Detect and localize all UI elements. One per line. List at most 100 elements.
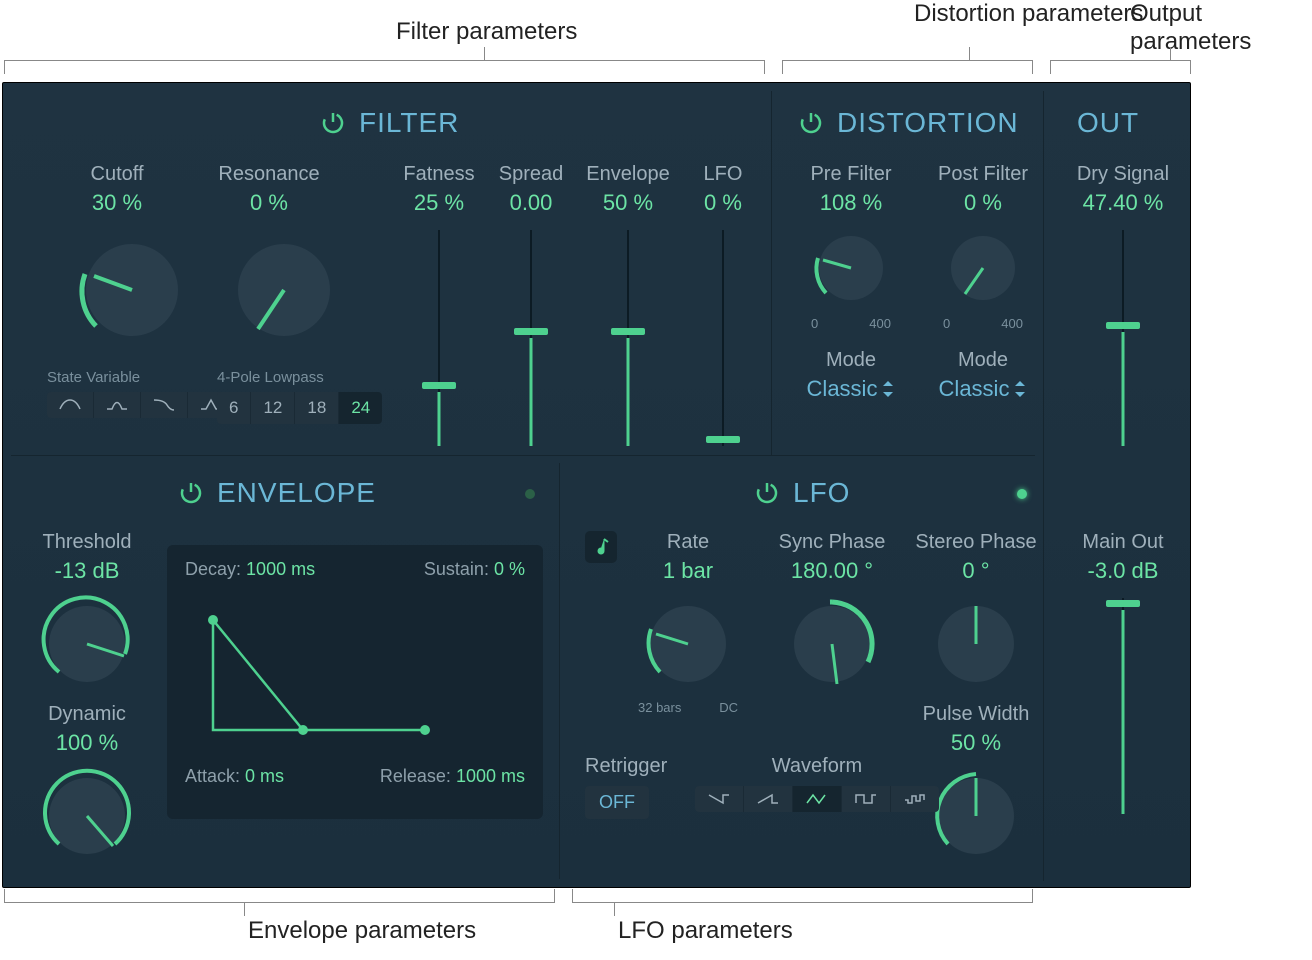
out-section-title: OUT (1077, 107, 1139, 139)
threshold-value[interactable]: -13 dB (27, 558, 147, 584)
sv-highpass-icon[interactable] (141, 392, 188, 418)
resonance-knob[interactable] (224, 230, 314, 320)
filter-section-title: FILTER (321, 107, 459, 139)
divider-env-lfo (559, 463, 560, 879)
pole-6[interactable]: 6 (217, 392, 251, 424)
lfo-amount-slider[interactable] (701, 230, 745, 446)
filter-power-icon[interactable] (321, 111, 345, 135)
callout-filter: Filter parameters (396, 18, 577, 46)
threshold-block: Threshold -13 dB (27, 531, 147, 700)
wave-triangle-icon[interactable] (793, 786, 842, 812)
pole-24[interactable]: 24 (339, 392, 382, 424)
resonance-block: Resonance 0 % (209, 163, 329, 320)
distortion-power-icon[interactable] (799, 111, 823, 135)
pre-mode-label: Mode (791, 349, 911, 372)
filter-type-block: State Variable (47, 369, 234, 418)
rate-knob[interactable] (623, 594, 753, 700)
sustain-value[interactable]: 0 % (494, 559, 525, 579)
threshold-knob[interactable] (27, 594, 147, 700)
distortion-title-text: DISTORTION (837, 107, 1019, 139)
attack-value[interactable]: 0 ms (245, 766, 284, 786)
syncphase-knob[interactable] (767, 594, 897, 700)
prefilter-min: 0 (811, 316, 818, 331)
envelope-graph-icon[interactable] (185, 580, 525, 760)
post-mode-dropdown[interactable]: Classic (923, 376, 1043, 402)
pole-18[interactable]: 18 (295, 392, 339, 424)
postfilter-min: 0 (943, 316, 950, 331)
pulsewidth-value[interactable]: 50 % (911, 730, 1041, 756)
spread-slider[interactable] (509, 230, 553, 446)
fatness-label: Fatness (399, 163, 479, 186)
lfo-sync-note-icon[interactable] (585, 531, 617, 563)
stereophase-knob[interactable] (911, 594, 1041, 700)
retrigger-button[interactable]: OFF (585, 786, 649, 819)
rate-value[interactable]: 1 bar (623, 558, 753, 584)
dry-value[interactable]: 47.40 % (1063, 190, 1183, 216)
fatness-value[interactable]: 25 % (399, 190, 479, 216)
wave-random-icon[interactable] (891, 786, 939, 812)
release-value[interactable]: 1000 ms (456, 766, 525, 786)
syncphase-value[interactable]: 180.00 ° (767, 558, 897, 584)
envelope-indicator (525, 489, 535, 499)
pre-mode-dropdown[interactable]: Classic (791, 376, 911, 402)
dry-slider[interactable] (1101, 230, 1145, 446)
cutoff-value[interactable]: 30 % (57, 190, 177, 216)
pre-mode-value: Classic (807, 376, 878, 402)
lfo-indicator (1017, 489, 1027, 499)
mainout-block: Main Out -3.0 dB (1063, 531, 1183, 814)
postfilter-value[interactable]: 0 % (923, 190, 1043, 216)
dynamic-label: Dynamic (27, 703, 147, 726)
resonance-value[interactable]: 0 % (209, 190, 329, 216)
fatness-slider[interactable] (417, 230, 461, 446)
lfo-amount-value[interactable]: 0 % (683, 190, 763, 216)
spread-block: Spread 0.00 (491, 163, 571, 446)
pole-12[interactable]: 12 (251, 392, 295, 424)
prefilter-knob[interactable] (791, 226, 911, 316)
envelope-amount-slider[interactable] (606, 230, 650, 446)
spread-value[interactable]: 0.00 (491, 190, 571, 216)
lfo-title-text: LFO (793, 477, 850, 509)
bracket-distortion (782, 60, 1032, 61)
envelope-amount-label: Envelope (583, 163, 673, 186)
waveform-segmented[interactable] (695, 786, 939, 812)
decay-label: Decay: (185, 559, 241, 579)
mainout-slider[interactable] (1101, 598, 1145, 814)
sv-lowpass-icon[interactable] (47, 392, 94, 418)
plugin-panel: FILTER Cutoff 30 % Resonance 0 % State V… (2, 82, 1191, 888)
wave-square-icon[interactable] (842, 786, 891, 812)
envelope-power-icon[interactable] (179, 481, 203, 505)
postfilter-knob[interactable] (923, 226, 1043, 316)
dynamic-value[interactable]: 100 % (27, 730, 147, 756)
sv-bandpass-icon[interactable] (94, 392, 141, 418)
lfo-power-icon[interactable] (755, 481, 779, 505)
cutoff-block: Cutoff 30 % (57, 163, 177, 320)
stereophase-value[interactable]: 0 ° (911, 558, 1041, 584)
filter-title-text: FILTER (359, 107, 459, 139)
mainout-label: Main Out (1063, 531, 1183, 554)
distortion-section-title: DISTORTION (799, 107, 1019, 139)
rate-label: Rate (623, 531, 753, 554)
mainout-value[interactable]: -3.0 dB (1063, 558, 1183, 584)
state-variable-segmented[interactable] (47, 392, 234, 418)
bracket-output (1050, 60, 1190, 61)
lfo-amount-block: LFO 0 % (683, 163, 763, 446)
prefilter-value[interactable]: 108 % (791, 190, 911, 216)
envelope-amount-value[interactable]: 50 % (583, 190, 673, 216)
wave-sawdown-icon[interactable] (695, 786, 744, 812)
prefilter-label: Pre Filter (791, 163, 911, 186)
cutoff-knob[interactable] (72, 230, 162, 320)
callout-output: Output parameters (1130, 0, 1312, 56)
pole-block: 4-Pole Lowpass 6 12 18 24 (217, 369, 382, 424)
postfilter-block: Post Filter 0 % 0 400 Mode Classic (923, 163, 1043, 402)
dry-block: Dry Signal 47.40 % (1063, 163, 1183, 446)
sustain-label: Sustain: (424, 559, 489, 579)
wave-sawup-icon[interactable] (744, 786, 793, 812)
pole-segmented[interactable]: 6 12 18 24 (217, 392, 382, 424)
envelope-graph-box[interactable]: Decay: 1000 ms Sustain: 0 % Attack: 0 ms… (167, 545, 543, 819)
release-label: Release: (380, 766, 451, 786)
retrigger-label: Retrigger (585, 755, 667, 778)
threshold-label: Threshold (27, 531, 147, 554)
decay-value[interactable]: 1000 ms (246, 559, 315, 579)
dynamic-knob[interactable] (27, 766, 147, 872)
postfilter-label: Post Filter (923, 163, 1043, 186)
